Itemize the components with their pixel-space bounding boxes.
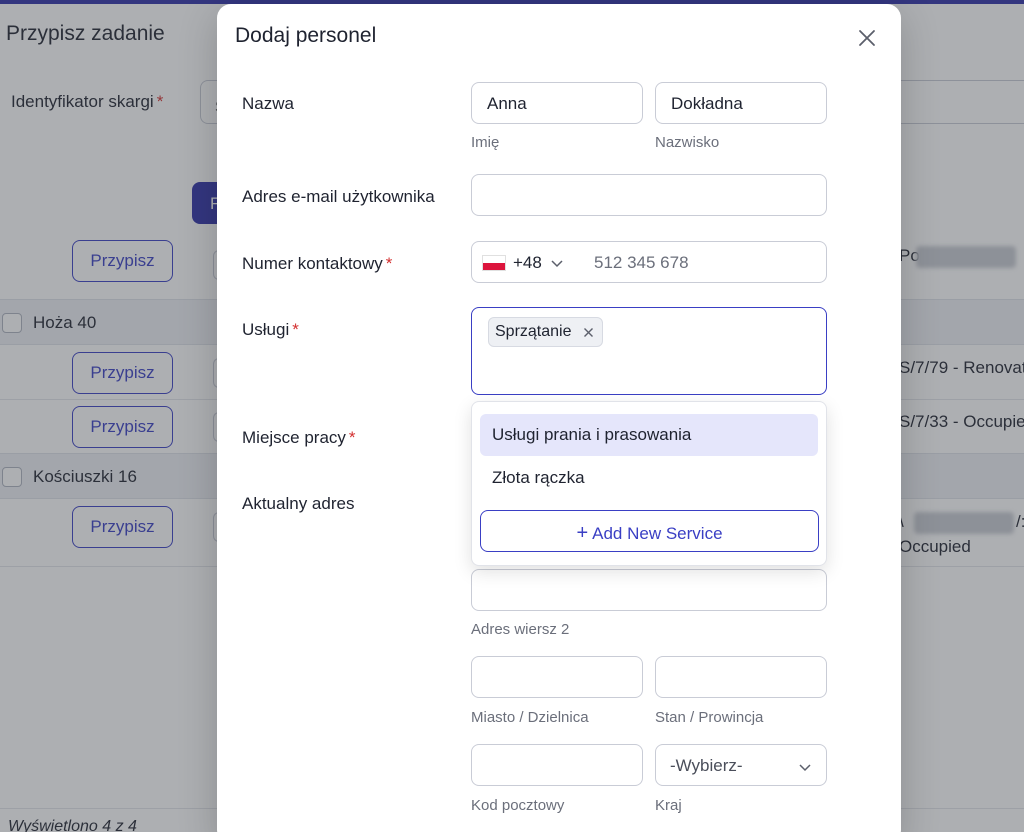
- services-dropdown: Usługi prania i prasowania Złota rączka …: [471, 401, 827, 566]
- modal-title: Dodaj personel: [235, 24, 377, 47]
- country-hint: Kraj: [655, 797, 682, 814]
- postal-code-input[interactable]: [471, 744, 643, 786]
- state-input[interactable]: [655, 656, 827, 698]
- add-new-service-button[interactable]: + Add New Service: [480, 510, 819, 552]
- add-new-service-label: Add New Service: [592, 524, 723, 543]
- chevron-down-icon[interactable]: [550, 256, 564, 270]
- first-name-hint: Imię: [471, 134, 500, 151]
- close-icon[interactable]: [853, 24, 881, 52]
- address-line2-input[interactable]: [471, 569, 827, 611]
- city-hint: Miasto / Dzielnica: [471, 709, 589, 726]
- country-code[interactable]: +48: [513, 253, 542, 273]
- email-input[interactable]: [471, 174, 827, 216]
- postal-code-hint: Kod pocztowy: [471, 797, 565, 814]
- state-hint: Stan / Prowincja: [655, 709, 764, 726]
- chevron-down-icon: [799, 764, 811, 772]
- email-label: Adres e-mail użytkownika: [242, 187, 435, 206]
- services-multiselect[interactable]: Sprzątanie: [471, 307, 827, 395]
- phone-field[interactable]: +48 512 345 678: [471, 241, 827, 283]
- dropdown-option[interactable]: Usługi prania i prasowania: [480, 414, 818, 456]
- last-name-hint: Nazwisko: [655, 134, 720, 151]
- poland-flag-icon[interactable]: [482, 255, 506, 271]
- first-name-input[interactable]: Anna: [471, 82, 643, 124]
- name-label: Nazwa: [242, 94, 294, 113]
- service-chip-label: Sprzątanie: [495, 323, 572, 340]
- phone-label: Numer kontaktowy *: [242, 254, 393, 273]
- workplace-label: Miejsce pracy *: [242, 428, 356, 447]
- close-icon[interactable]: [583, 327, 594, 338]
- services-label: Usługi *: [242, 320, 299, 339]
- dropdown-option[interactable]: Złota rączka: [480, 457, 818, 499]
- service-chip: Sprzątanie: [488, 317, 603, 347]
- last-name-input[interactable]: Dokładna: [655, 82, 827, 124]
- phone-input[interactable]: 512 345 678: [594, 253, 689, 273]
- add-staff-modal: Dodaj personel Nazwa Anna Imię Dokładna …: [217, 4, 901, 832]
- address-label: Aktualny adres: [242, 494, 355, 513]
- country-select[interactable]: -Wybierz-: [655, 744, 827, 786]
- country-select-value: -Wybierz-: [670, 756, 743, 775]
- city-input[interactable]: [471, 656, 643, 698]
- plus-icon: +: [576, 522, 589, 544]
- address-line2-hint: Adres wiersz 2: [471, 621, 570, 638]
